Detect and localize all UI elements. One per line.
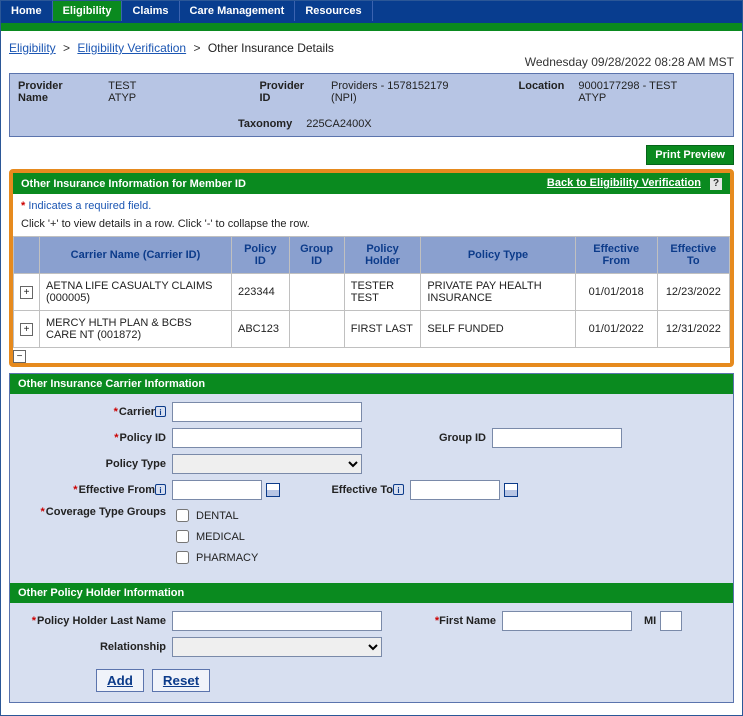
breadcrumb: Eligibility > Eligibility Verification >… — [9, 37, 734, 57]
provider-name-value: TEST ATYP — [108, 80, 165, 104]
add-button[interactable]: Add — [96, 669, 144, 692]
medical-label: MEDICAL — [196, 531, 245, 543]
breadcrumb-verification-link[interactable]: Eligibility Verification — [77, 41, 186, 55]
breadcrumb-eligibility-link[interactable]: Eligibility — [9, 41, 56, 55]
insurance-table: Carrier Name (Carrier ID) Policy ID Grou… — [13, 236, 730, 348]
provider-id-label: Provider ID — [259, 80, 317, 104]
col-policy-holder: Policy Holder — [344, 237, 421, 274]
reset-button[interactable]: Reset — [152, 669, 210, 692]
page-timestamp: Wednesday 09/28/2022 08:28 AM MST — [9, 55, 734, 69]
carrier-info-section: Other Insurance Carrier Information *Car… — [9, 373, 734, 703]
dental-checkbox[interactable] — [176, 509, 189, 522]
required-note: Indicates a required field. — [28, 200, 151, 212]
oii-header-title: Other Insurance Information for Member I… — [21, 178, 246, 190]
group-id-label: Group ID — [439, 432, 486, 444]
pharmacy-label: PHARMACY — [196, 552, 258, 564]
col-group-id: Group ID — [289, 237, 344, 274]
relationship-label: Relationship — [100, 641, 166, 653]
expand-row-icon[interactable]: + — [20, 323, 33, 336]
info-icon[interactable]: i — [155, 406, 166, 417]
required-star-icon: * — [21, 200, 25, 212]
eff-to-input[interactable] — [410, 480, 500, 500]
cell-holder: TESTER TEST — [344, 274, 421, 311]
holder-info-header: Other Policy Holder Information — [10, 583, 733, 603]
medical-checkbox[interactable] — [176, 530, 189, 543]
holder-info-title: Other Policy Holder Information — [18, 587, 184, 599]
location-value: 9000177298 - TEST ATYP — [578, 80, 705, 104]
cell-type: SELF FUNDED — [421, 311, 575, 348]
back-to-verification-link[interactable]: Back to Eligibility Verification — [547, 177, 701, 189]
coverage-groups-label: Coverage Type Groups — [46, 506, 166, 518]
provider-name-label: Provider Name — [18, 80, 94, 104]
col-policy-type: Policy Type — [421, 237, 575, 274]
relationship-select[interactable] — [172, 637, 382, 657]
cell-policy-id: 223344 — [231, 274, 289, 311]
calendar-icon[interactable] — [504, 483, 518, 497]
highlighted-section: Other Insurance Information for Member I… — [9, 169, 734, 367]
green-bar — [1, 23, 742, 31]
expand-row-icon[interactable]: + — [20, 286, 33, 299]
first-name-label: First Name — [439, 615, 496, 627]
first-name-input[interactable] — [502, 611, 632, 631]
table-row: + MERCY HLTH PLAN & BCBS CARE NT (001872… — [14, 311, 730, 348]
provider-id-value: Providers - 1578152179 (NPI) — [331, 80, 474, 104]
cell-type: PRIVATE PAY HEALTH INSURANCE — [421, 274, 575, 311]
dental-label: DENTAL — [196, 510, 239, 522]
col-carrier: Carrier Name (Carrier ID) — [40, 237, 232, 274]
breadcrumb-current: Other Insurance Details — [208, 41, 334, 55]
pharmacy-checkbox[interactable] — [176, 551, 189, 564]
col-eff-from: Effective From — [575, 237, 657, 274]
tab-eligibility[interactable]: Eligibility — [53, 1, 123, 21]
taxonomy-label: Taxonomy — [238, 118, 292, 130]
policy-id-input[interactable] — [172, 428, 362, 448]
calendar-icon[interactable] — [266, 483, 280, 497]
table-row: + AETNA LIFE CASUALTY CLAIMS (000005) 22… — [14, 274, 730, 311]
cell-policy-id: ABC123 — [231, 311, 289, 348]
carrier-input[interactable] — [172, 402, 362, 422]
col-policy-id: Policy ID — [231, 237, 289, 274]
group-id-input[interactable] — [492, 428, 622, 448]
location-label: Location — [519, 80, 565, 92]
mi-input[interactable] — [660, 611, 682, 631]
last-name-input[interactable] — [172, 611, 382, 631]
cell-group-id — [289, 311, 344, 348]
carrier-info-header: Other Insurance Carrier Information — [10, 374, 733, 394]
col-expand — [14, 237, 40, 274]
cell-eff-from: 01/01/2018 — [575, 274, 657, 311]
main-tabs: Home Eligibility Claims Care Management … — [1, 1, 742, 23]
policy-id-label: Policy ID — [120, 432, 166, 444]
cell-holder: FIRST LAST — [344, 311, 421, 348]
print-preview-button[interactable]: Print Preview — [646, 145, 734, 165]
last-name-label: Policy Holder Last Name — [37, 615, 166, 627]
eff-to-label: Effective To — [331, 484, 393, 496]
breadcrumb-separator: > — [63, 41, 70, 55]
col-eff-to: Effective To — [657, 237, 729, 274]
breadcrumb-separator: > — [193, 41, 200, 55]
mi-label: MI — [644, 615, 656, 627]
cell-eff-to: 12/31/2022 — [657, 311, 729, 348]
info-icon[interactable]: i — [155, 484, 166, 495]
policy-type-label: Policy Type — [106, 458, 166, 470]
carrier-info-title: Other Insurance Carrier Information — [18, 378, 205, 390]
help-icon[interactable]: ? — [710, 178, 722, 190]
cell-group-id — [289, 274, 344, 311]
tab-care-management[interactable]: Care Management — [180, 1, 296, 21]
eff-from-input[interactable] — [172, 480, 262, 500]
tab-claims[interactable]: Claims — [122, 1, 179, 21]
eff-from-label: Effective From — [79, 484, 155, 496]
tab-resources[interactable]: Resources — [295, 1, 372, 21]
carrier-label: Carrier — [119, 406, 155, 418]
provider-panel: Provider Name TEST ATYP Provider ID Prov… — [9, 73, 734, 137]
cell-eff-from: 01/01/2022 — [575, 311, 657, 348]
cell-carrier: MERCY HLTH PLAN & BCBS CARE NT (001872) — [40, 311, 232, 348]
oii-header: Other Insurance Information for Member I… — [13, 173, 730, 194]
taxonomy-value: 225CA2400X — [306, 118, 371, 130]
collapse-icon[interactable]: − — [13, 350, 26, 363]
expand-instruction: Click '+' to view details in a row. Clic… — [21, 218, 722, 230]
policy-type-select[interactable] — [172, 454, 362, 474]
info-icon[interactable]: i — [393, 484, 404, 495]
tab-home[interactable]: Home — [1, 1, 53, 21]
cell-eff-to: 12/23/2022 — [657, 274, 729, 311]
cell-carrier: AETNA LIFE CASUALTY CLAIMS (000005) — [40, 274, 232, 311]
